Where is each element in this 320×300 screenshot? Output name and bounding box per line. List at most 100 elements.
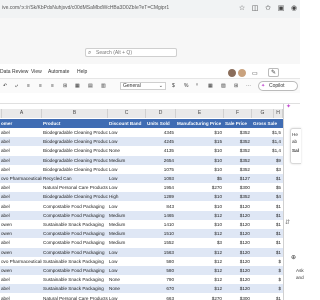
copilot-suggestion-card[interactable]: He ab Sal bbox=[290, 128, 301, 164]
cell-gross-sales[interactable]: $ bbox=[252, 284, 283, 293]
cell-customer[interactable]: abel bbox=[0, 238, 42, 247]
cell-sale-price[interactable]: $352 bbox=[224, 146, 252, 155]
table-icon[interactable]: ▦ bbox=[75, 81, 80, 91]
menu-review[interactable]: Review bbox=[12, 69, 28, 75]
cell-units-sold[interactable]: 1289 bbox=[146, 192, 176, 201]
cell-customer[interactable]: owen bbox=[0, 220, 42, 229]
cell-product[interactable]: Recycled Can bbox=[42, 174, 108, 183]
align-left-icon[interactable]: ≡ bbox=[27, 81, 30, 91]
table-row[interactable]: abel Compostable Food Packaging Low 843 $10 $… bbox=[0, 201, 283, 211]
cell-product[interactable]: Compostable Food Packaging bbox=[42, 211, 108, 220]
cell-discount-band[interactable]: Medium bbox=[108, 220, 146, 229]
cell-discount-band[interactable]: Medium bbox=[108, 211, 146, 220]
cell-units-sold[interactable]: 790 bbox=[146, 275, 176, 284]
cell-gross-sales[interactable]: $ bbox=[252, 275, 283, 284]
table-row[interactable]: abel Compostable Food Packaging Medium 1552… bbox=[0, 238, 283, 248]
cell-sale-price[interactable]: $352 bbox=[224, 156, 252, 165]
table-row[interactable]: abel Sustainable Snack Packaging None 670 $1… bbox=[0, 284, 283, 294]
column-header-a[interactable]: A bbox=[2, 109, 42, 118]
collections-icon[interactable]: ▣ bbox=[276, 4, 286, 14]
cell-product[interactable]: Natural Personal Care Products bbox=[42, 183, 108, 192]
cell-sale-price[interactable]: $120 bbox=[224, 211, 252, 220]
cell-product[interactable]: Compostable Food Packaging bbox=[42, 229, 108, 238]
cell-manufacturing-price[interactable]: $10 bbox=[176, 192, 224, 201]
cell-discount-band[interactable]: Medium bbox=[108, 229, 146, 238]
favorites-icon[interactable]: ✩ bbox=[263, 4, 273, 14]
cell-product[interactable]: Sustainable Snack Packaging bbox=[42, 284, 108, 293]
cell-manufacturing-price[interactable]: $12 bbox=[176, 266, 224, 275]
cell-discount-band[interactable]: Low bbox=[108, 248, 146, 257]
cell-manufacturing-price[interactable]: $270 bbox=[176, 183, 224, 192]
cell-sale-price[interactable]: $352 bbox=[224, 165, 252, 174]
table-row[interactable]: owen Compostable Food Packaging Low 1563 $12… bbox=[0, 247, 283, 257]
table-row[interactable]: abel Natural Personal Care Products Low 663… bbox=[0, 293, 283, 300]
cell-sale-price[interactable]: $300 bbox=[224, 183, 252, 192]
align-right-icon[interactable]: ≡ bbox=[51, 81, 54, 91]
cell-product[interactable]: Sustainable Snack Packaging bbox=[42, 275, 108, 284]
cell-sale-price[interactable]: $352 bbox=[224, 128, 252, 137]
table-row[interactable]: owen Sustainable Snack Packaging Medium 141… bbox=[0, 220, 283, 229]
menu-view[interactable]: View bbox=[31, 69, 42, 75]
share-button[interactable]: ✎ bbox=[268, 68, 280, 77]
cell-sale-price[interactable]: $120 bbox=[224, 229, 252, 238]
cell-gross-sales[interactable]: $ bbox=[252, 257, 283, 266]
cell-gross-sales[interactable]: $4 bbox=[252, 192, 283, 201]
comma-icon[interactable]: ⁰ bbox=[196, 81, 198, 91]
cell-customer[interactable]: abel bbox=[0, 294, 42, 300]
cell-discount-band[interactable]: High bbox=[108, 192, 146, 201]
table-row[interactable]: ovo Pharmaceuticals Recycled Can Low 1093 $5… bbox=[0, 174, 283, 183]
cell-manufacturing-price[interactable]: $12 bbox=[176, 284, 224, 293]
cell-manufacturing-price[interactable]: $10 bbox=[176, 146, 224, 155]
conditional-format-icon[interactable]: ▦ bbox=[208, 81, 213, 91]
cell-customer[interactable]: abel bbox=[0, 284, 42, 293]
header-units-sold[interactable]: Units Sold bbox=[146, 119, 176, 128]
cell-customer[interactable]: owen bbox=[0, 229, 42, 238]
cell-discount-band[interactable]: Low bbox=[108, 294, 146, 300]
menu-data[interactable]: Data bbox=[0, 69, 11, 75]
cell-sale-price[interactable]: $120 bbox=[224, 275, 252, 284]
more-icon[interactable]: ⋯ bbox=[246, 81, 251, 91]
cell-units-sold[interactable]: 1552 bbox=[146, 238, 176, 247]
cell-gross-sales[interactable]: $1,4 bbox=[252, 137, 283, 146]
cell-gross-sales[interactable]: $1,4 bbox=[252, 146, 283, 155]
cell-customer[interactable]: ovo Pharmaceuticals bbox=[0, 174, 42, 183]
cell-manufacturing-price[interactable]: $10 bbox=[176, 165, 224, 174]
cell-customer[interactable]: abel bbox=[0, 128, 42, 137]
cell-units-sold[interactable]: 1410 bbox=[146, 220, 176, 229]
table-row[interactable]: ovo Pharmaceuticals Sustainable Snack Pac… bbox=[0, 256, 283, 266]
cell-discount-band[interactable]: Low bbox=[108, 183, 146, 192]
cell-customer[interactable]: abel bbox=[0, 192, 42, 201]
cell-units-sold[interactable]: 1093 bbox=[146, 174, 176, 183]
table-row[interactable]: abel Biodegradable Cleaning Products Low 10… bbox=[0, 164, 283, 174]
cell-customer[interactable]: abel bbox=[0, 202, 42, 211]
cell-customer[interactable]: abel bbox=[0, 165, 42, 174]
table-row[interactable]: owen Compostable Food Packaging Medium 1510… bbox=[0, 229, 283, 239]
cell-product[interactable]: Biodegradable Cleaning Products bbox=[42, 146, 108, 155]
cell-units-sold[interactable]: 1954 bbox=[146, 183, 176, 192]
column-header-h[interactable]: H bbox=[274, 109, 283, 118]
cell-discount-band[interactable]: Medium bbox=[108, 238, 146, 247]
cell-gross-sales[interactable]: $5 bbox=[252, 183, 283, 192]
cell-gross-sales[interactable]: $1 bbox=[252, 174, 283, 183]
cell-manufacturing-price[interactable]: $15 bbox=[176, 137, 224, 146]
cell-sale-price[interactable]: $352 bbox=[224, 192, 252, 201]
align-center-icon[interactable]: ≡ bbox=[39, 81, 42, 91]
cell-discount-band[interactable]: Low bbox=[108, 165, 146, 174]
header-gross-sales[interactable]: Gross Sale bbox=[252, 119, 283, 128]
cell-product[interactable]: Biodegradable Cleaning Products bbox=[42, 192, 108, 201]
cell-product[interactable]: Sustainable Snack Packaging bbox=[42, 220, 108, 229]
cell-manufacturing-price[interactable]: $10 bbox=[176, 220, 224, 229]
cell-units-sold[interactable]: 4245 bbox=[146, 137, 176, 146]
cell-sale-price[interactable]: $127 bbox=[224, 174, 252, 183]
cell-units-sold[interactable]: 4135 bbox=[146, 146, 176, 155]
cell-discount-band[interactable]: Low bbox=[108, 257, 146, 266]
column-header-f[interactable]: F bbox=[224, 109, 252, 118]
cell-units-sold[interactable]: 663 bbox=[146, 294, 176, 300]
undo-icon[interactable]: ↶ bbox=[3, 81, 7, 91]
cell-sale-price[interactable]: $120 bbox=[224, 202, 252, 211]
cell-gross-sales[interactable]: $1 bbox=[252, 220, 283, 229]
menu-automate[interactable]: Automate bbox=[48, 69, 69, 75]
cell-sale-price[interactable]: $120 bbox=[224, 284, 252, 293]
column-header-d[interactable]: D bbox=[146, 109, 176, 118]
url-text[interactable]: ive.com/:x:/r/Sk/KbPdsNuhjsvd/c00dMSaMbd… bbox=[2, 5, 169, 11]
